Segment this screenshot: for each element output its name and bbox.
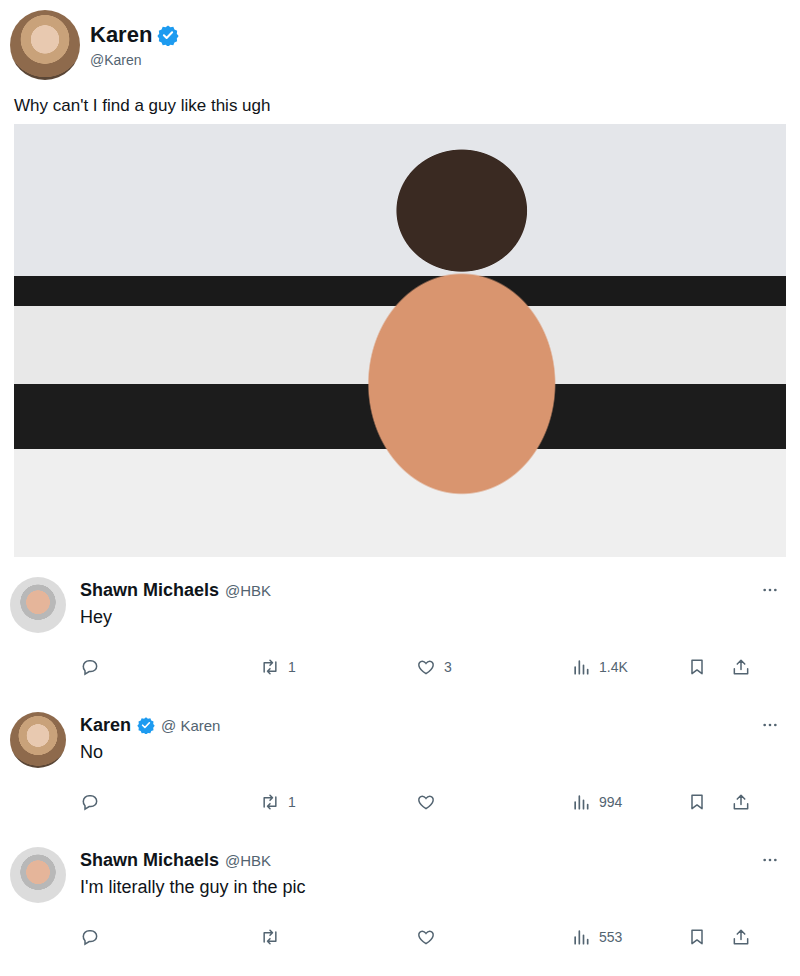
reply[interactable]: Shawn Michaels @HBK I'm literally the gu… <box>0 827 800 962</box>
reply-avatar[interactable] <box>10 712 66 768</box>
bookmark-icon <box>687 927 707 947</box>
reply-author-name[interactable]: Shawn Michaels <box>80 850 219 871</box>
reply-body: Karen @ Karen No 1 994 <box>80 712 790 827</box>
reply-text: Hey <box>80 603 790 628</box>
views-button[interactable]: 994 <box>571 792 687 812</box>
share-icon <box>731 657 751 677</box>
reply-author-name[interactable]: Shawn Michaels <box>80 580 219 601</box>
reply-button[interactable] <box>80 792 260 812</box>
share-button[interactable] <box>731 792 751 812</box>
post-photo[interactable] <box>14 124 786 557</box>
bookmark-icon <box>687 657 707 677</box>
retweet-button[interactable] <box>260 927 416 947</box>
views-count: 1.4K <box>599 659 628 675</box>
retweet-count: 1 <box>288 794 300 810</box>
author-name[interactable]: Karen <box>90 22 152 48</box>
post-header: Karen @Karen <box>10 8 786 82</box>
reply-body: Shawn Michaels @HBK Hey 1 3 1.4K <box>80 577 790 692</box>
verified-badge-icon <box>137 716 155 734</box>
action-bar: 553 <box>80 924 790 950</box>
retweet-button[interactable]: 1 <box>260 792 416 812</box>
comment-icon <box>80 792 100 812</box>
reply-avatar[interactable] <box>10 577 66 633</box>
reply-header: Shawn Michaels @HBK <box>80 847 790 873</box>
post-text: Why can't I find a guy like this ugh <box>10 82 786 124</box>
bookmark-button[interactable] <box>687 792 731 812</box>
reply-author-name[interactable]: Karen <box>80 715 131 736</box>
reply[interactable]: Shawn Michaels @HBK Hey 1 3 1.4K <box>0 557 800 692</box>
author-avatar[interactable] <box>10 10 80 80</box>
reply-header: Karen @ Karen <box>80 712 790 738</box>
views-count: 553 <box>599 929 622 945</box>
share-icon <box>731 792 751 812</box>
bookmark-button[interactable] <box>687 927 731 947</box>
reply-header: Shawn Michaels @HBK <box>80 577 790 603</box>
reply-author-handle[interactable]: @HBK <box>225 852 271 869</box>
like-count: 3 <box>444 659 456 675</box>
reply-button[interactable] <box>80 927 260 947</box>
original-post: Karen @Karen Why can't I find a guy like… <box>0 0 800 557</box>
author-info: Karen @Karen <box>90 22 179 68</box>
views-button[interactable]: 1.4K <box>571 657 687 677</box>
like-button[interactable]: 3 <box>416 657 571 677</box>
reply-body: Shawn Michaels @HBK I'm literally the gu… <box>80 847 790 962</box>
views-count: 994 <box>599 794 622 810</box>
verified-badge-icon <box>157 24 179 46</box>
reply-avatar[interactable] <box>10 847 66 903</box>
share-button[interactable] <box>731 927 751 947</box>
heart-icon <box>416 657 436 677</box>
reply-text: No <box>80 738 790 763</box>
bookmark-button[interactable] <box>687 657 731 677</box>
bookmark-icon <box>687 792 707 812</box>
heart-icon <box>416 927 436 947</box>
share-button[interactable] <box>731 657 751 677</box>
like-button[interactable] <box>416 927 571 947</box>
author-name-line: Karen <box>90 22 179 48</box>
reply-author-handle[interactable]: @HBK <box>225 582 271 599</box>
more-options-icon[interactable] <box>762 587 778 593</box>
reply[interactable]: Karen @ Karen No 1 994 <box>0 692 800 827</box>
like-button[interactable] <box>416 792 571 812</box>
action-bar: 1 994 <box>80 789 790 815</box>
reply-author-handle[interactable]: @ Karen <box>161 717 220 734</box>
share-icon <box>731 927 751 947</box>
comment-icon <box>80 657 100 677</box>
more-options-icon[interactable] <box>762 857 778 863</box>
author-handle[interactable]: @Karen <box>90 52 179 68</box>
views-chart-icon <box>571 657 591 677</box>
views-button[interactable]: 553 <box>571 927 687 947</box>
retweet-count: 1 <box>288 659 300 675</box>
action-bar: 1 3 1.4K <box>80 654 790 680</box>
views-chart-icon <box>571 927 591 947</box>
retweet-button[interactable]: 1 <box>260 657 416 677</box>
tweet-thread: Karen @Karen Why can't I find a guy like… <box>0 0 800 976</box>
reply-button[interactable] <box>80 657 260 677</box>
heart-icon <box>416 792 436 812</box>
retweet-icon <box>260 927 280 947</box>
views-chart-icon <box>571 792 591 812</box>
comment-icon <box>80 927 100 947</box>
reply-text: I'm literally the guy in the pic <box>80 873 790 898</box>
retweet-icon <box>260 792 280 812</box>
more-options-icon[interactable] <box>762 722 778 728</box>
retweet-icon <box>260 657 280 677</box>
